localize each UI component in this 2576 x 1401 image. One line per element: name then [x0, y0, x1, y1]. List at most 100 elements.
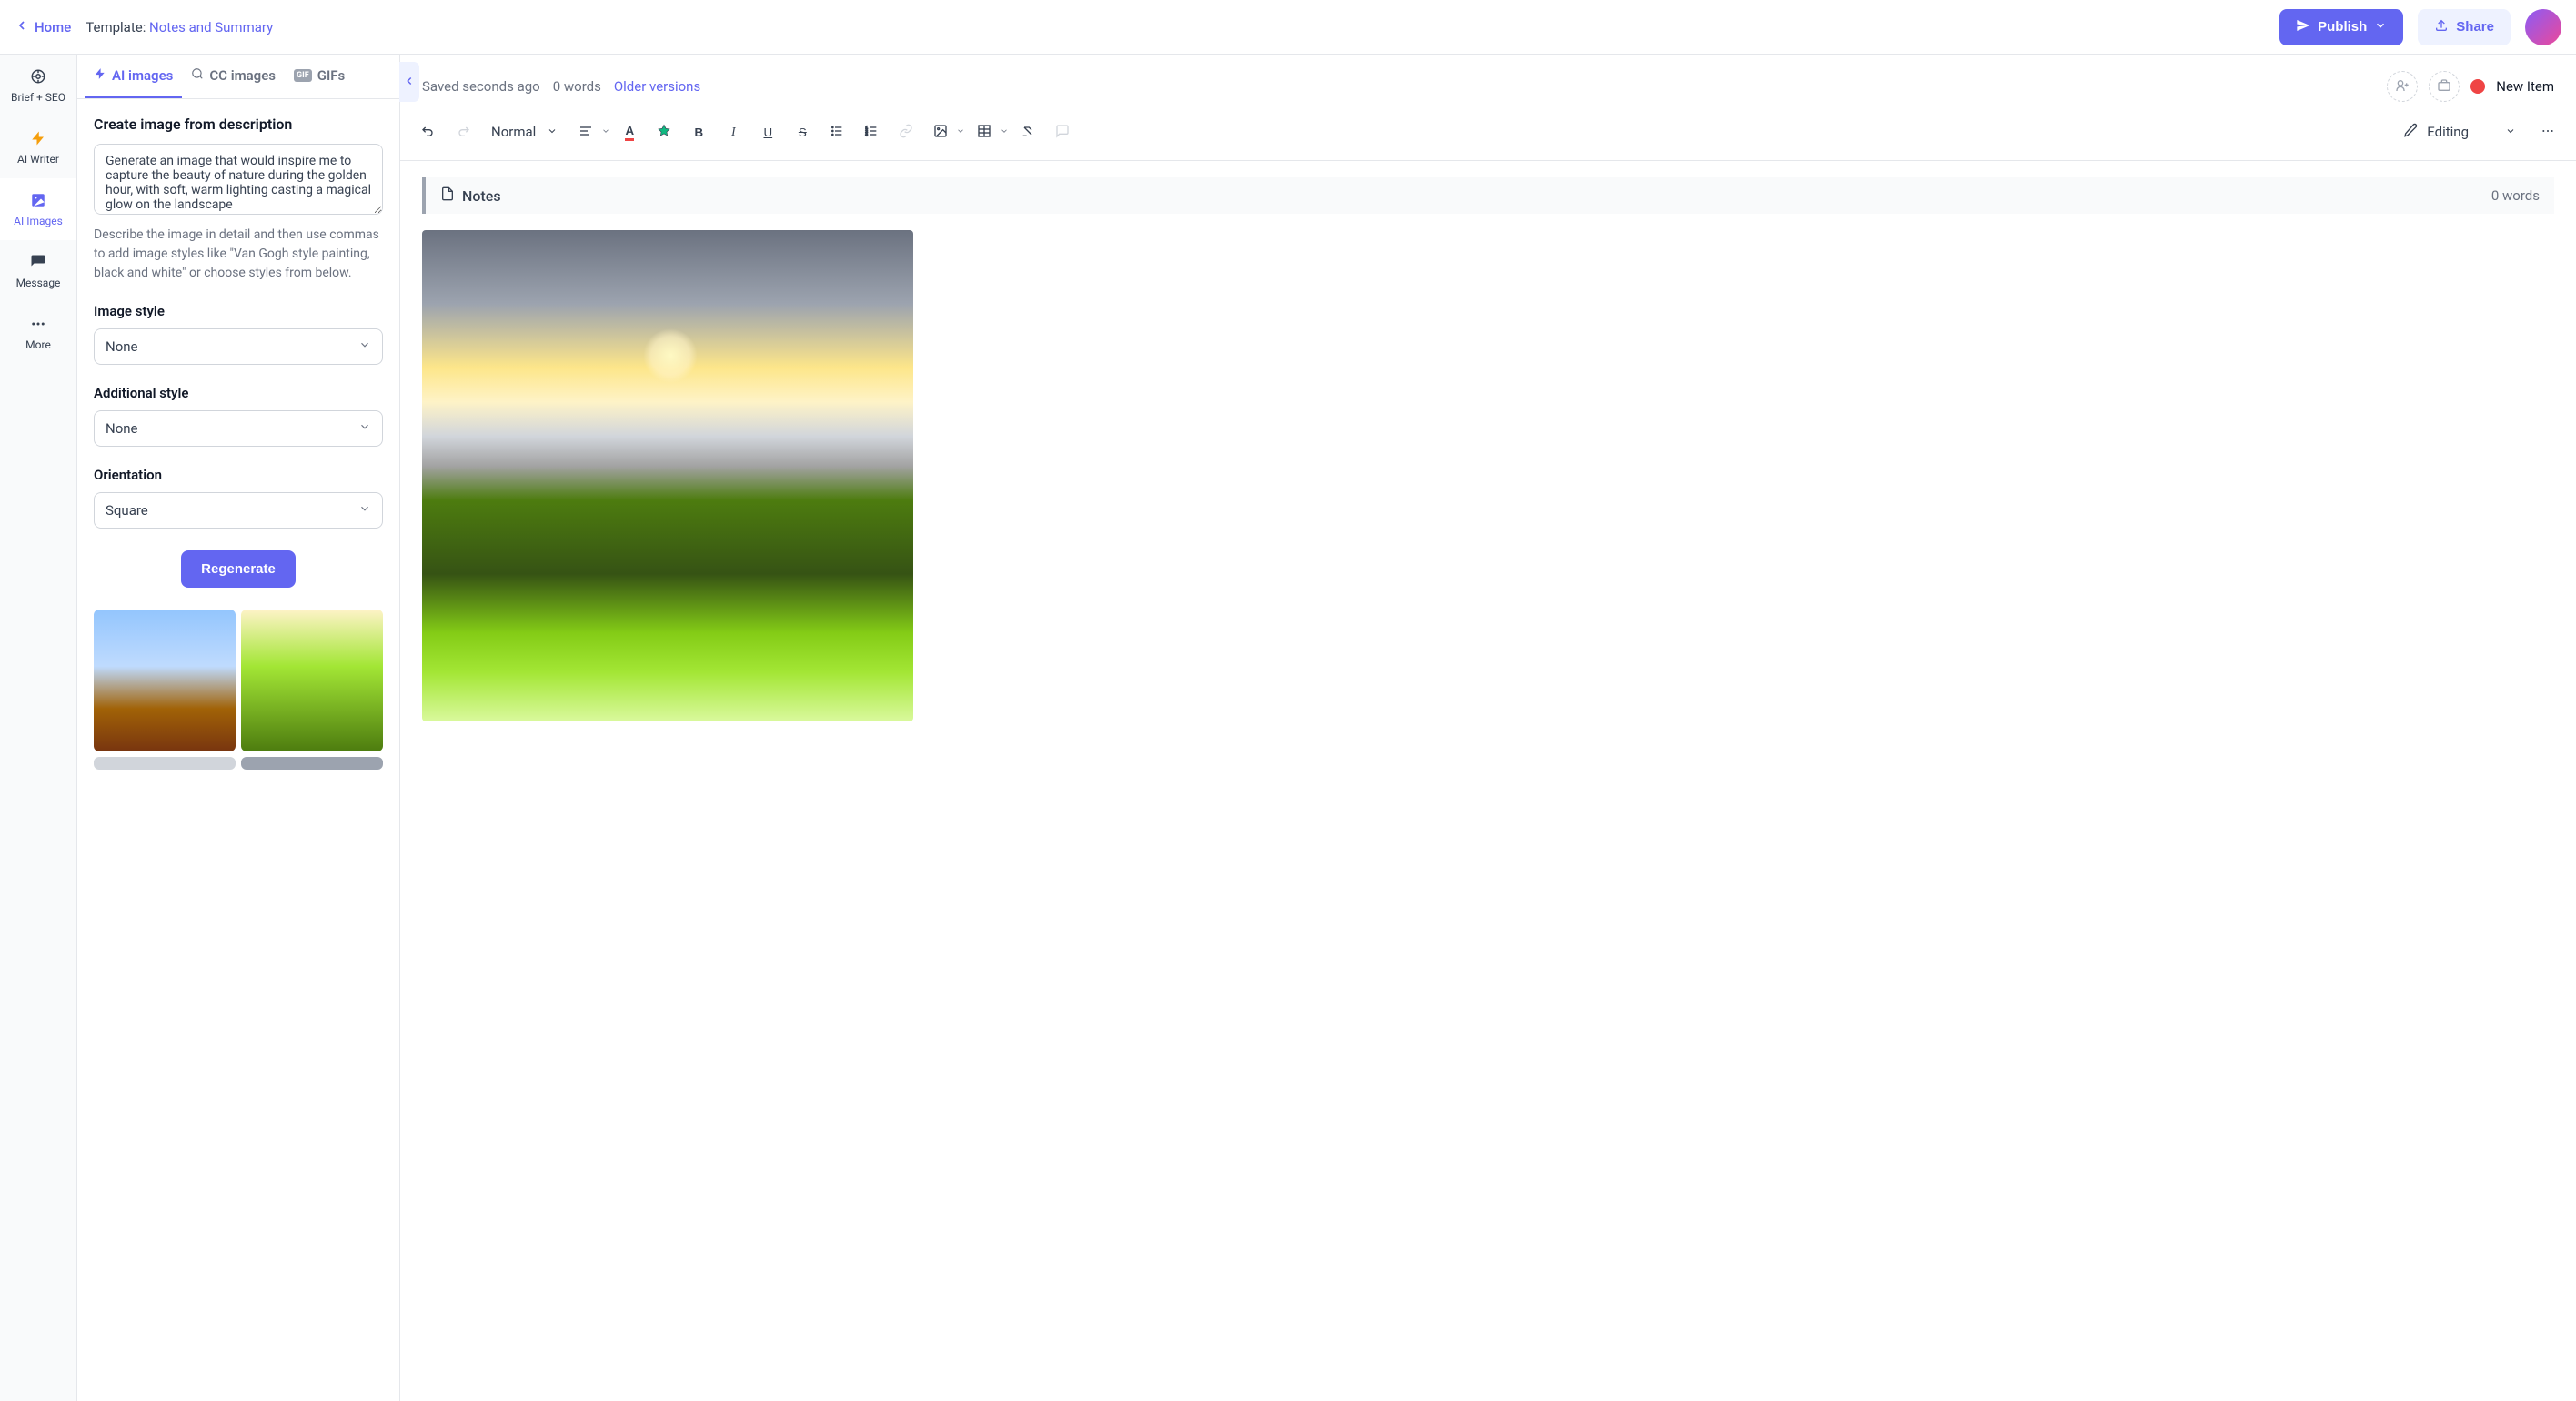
tab-cc-images[interactable]: CC images	[182, 55, 285, 98]
vnav-label: More	[25, 338, 51, 351]
editor-meta: Saved seconds ago 0 words Older versions…	[400, 55, 2576, 109]
tab-gifs[interactable]: GIF GIFs	[285, 55, 354, 98]
chevron-left-icon	[403, 75, 416, 90]
italic-icon: I	[731, 125, 735, 139]
older-versions-link[interactable]: Older versions	[614, 78, 700, 95]
orientation-select[interactable]: Square	[94, 492, 383, 529]
dots-icon	[29, 315, 47, 333]
link-button[interactable]	[891, 116, 921, 147]
bullet-list-button[interactable]	[821, 116, 852, 147]
meta-right: New Item	[2387, 71, 2554, 102]
redo-button[interactable]	[448, 116, 478, 147]
text-color-button[interactable]: A	[614, 116, 645, 147]
vnav-item-ai-writer[interactable]: AI Writer	[0, 116, 76, 178]
home-link[interactable]: Home	[15, 18, 71, 36]
chevron-down-icon	[358, 502, 371, 519]
bold-button[interactable]: B	[683, 116, 714, 147]
template-link[interactable]: Notes and Summary	[149, 19, 273, 35]
share-button[interactable]: Share	[2418, 9, 2511, 45]
vnav-label: AI Images	[14, 215, 63, 227]
notes-title: Notes	[462, 187, 501, 205]
numbered-list-button[interactable]: 123	[856, 116, 887, 147]
chevron-down-icon	[601, 125, 610, 139]
additional-style-select[interactable]: None	[94, 410, 383, 447]
align-button[interactable]	[570, 116, 601, 147]
underline-button[interactable]: U	[752, 116, 783, 147]
header-left: Home Template: Notes and Summary	[15, 18, 273, 36]
gif-icon: GIF	[294, 69, 312, 82]
more-tools-button[interactable]	[2532, 116, 2563, 147]
paragraph-style-select[interactable]: Normal	[482, 118, 567, 146]
text-color-icon: A	[625, 124, 634, 141]
chevron-down-icon	[2374, 19, 2387, 35]
insert-table-button[interactable]	[969, 116, 1000, 147]
vnav-item-brief-seo[interactable]: Brief + SEO	[0, 55, 76, 116]
publish-button[interactable]: Publish	[2279, 9, 2403, 45]
notes-block-label: Notes	[440, 186, 501, 205]
editing-mode-select[interactable]: Editing	[2390, 117, 2529, 146]
upload-icon	[2434, 18, 2449, 36]
regenerate-button[interactable]: Regenerate	[181, 550, 296, 588]
generated-thumbnail[interactable]	[94, 610, 236, 751]
image-prompt-textarea[interactable]	[94, 144, 383, 215]
select-value: None	[106, 420, 138, 437]
notes-word-count: 0 words	[2491, 187, 2540, 204]
link-icon	[899, 124, 913, 141]
mode-value: Editing	[2427, 124, 2469, 140]
panel-body: Create image from description Describe t…	[77, 99, 399, 786]
image-icon	[29, 191, 47, 209]
publish-label: Publish	[2318, 19, 2367, 35]
status-dot	[2470, 79, 2485, 94]
meta-left: Saved seconds ago 0 words Older versions	[422, 78, 700, 95]
word-count: 0 words	[553, 78, 601, 95]
vnav-label: Message	[16, 277, 61, 289]
vnav-item-message[interactable]: Message	[0, 240, 76, 302]
tab-label: CC images	[209, 67, 276, 84]
table-insert-group[interactable]	[969, 116, 1009, 147]
editor-content[interactable]: Notes 0 words	[400, 161, 2576, 738]
collapse-panel-button[interactable]	[399, 62, 419, 102]
highlight-icon	[657, 124, 671, 141]
table-icon	[977, 124, 991, 141]
insert-image-button[interactable]	[925, 116, 956, 147]
bullet-list-icon	[830, 124, 844, 141]
panel-heading: Create image from description	[94, 116, 383, 133]
main-layout: Brief + SEO AI Writer AI Images Message …	[0, 55, 2576, 1401]
avatar[interactable]	[2525, 9, 2561, 45]
align-left-icon	[579, 124, 593, 141]
pencil-icon	[2403, 123, 2418, 141]
status-label: New Item	[2496, 78, 2554, 95]
attach-button[interactable]	[2429, 71, 2460, 102]
clear-format-icon	[1021, 124, 1035, 141]
undo-button[interactable]	[413, 116, 444, 147]
strikethrough-button[interactable]: S	[787, 116, 818, 147]
search-icon	[191, 67, 204, 84]
image-insert-group[interactable]	[925, 116, 965, 147]
vnav-item-more[interactable]: More	[0, 302, 76, 364]
user-plus-icon	[2395, 78, 2410, 96]
undo-icon	[421, 124, 436, 141]
image-style-select[interactable]: None	[94, 328, 383, 365]
generated-thumbnail[interactable]	[94, 757, 236, 770]
template-info: Template: Notes and Summary	[86, 19, 273, 35]
chevron-left-icon	[15, 18, 29, 36]
vnav-label: Brief + SEO	[11, 91, 65, 104]
generated-thumbnail[interactable]	[241, 610, 383, 751]
underline-icon: U	[763, 126, 772, 139]
image-icon	[933, 124, 948, 141]
highlight-button[interactable]	[649, 116, 679, 147]
align-group[interactable]	[570, 116, 610, 147]
add-user-button[interactable]	[2387, 71, 2418, 102]
svg-text:3: 3	[866, 132, 869, 136]
notes-block: Notes 0 words	[422, 177, 2554, 214]
share-label: Share	[2456, 19, 2494, 35]
chevron-down-icon	[358, 338, 371, 355]
comment-button[interactable]	[1047, 116, 1078, 147]
italic-button[interactable]: I	[718, 116, 749, 147]
clear-format-button[interactable]	[1012, 116, 1043, 147]
generated-thumbnail[interactable]	[241, 757, 383, 770]
chevron-down-icon	[1000, 125, 1009, 139]
tab-ai-images[interactable]: AI images	[85, 55, 182, 98]
inserted-image[interactable]	[422, 230, 913, 721]
vnav-item-ai-images[interactable]: AI Images	[0, 178, 76, 240]
